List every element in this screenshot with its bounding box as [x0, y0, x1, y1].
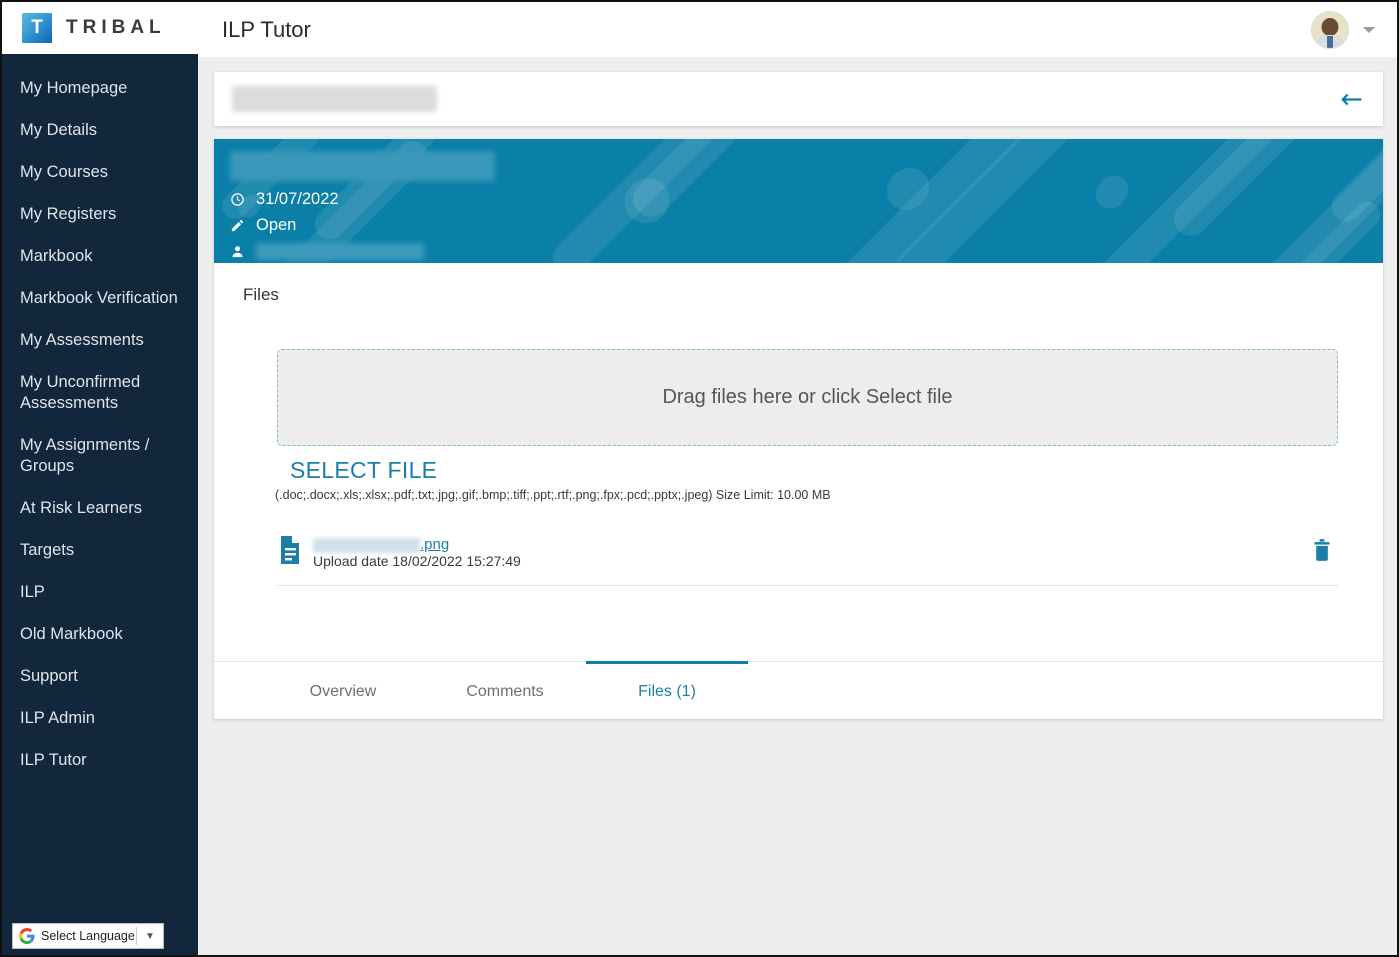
user-menu[interactable]	[1311, 10, 1397, 49]
person-icon	[230, 244, 252, 259]
file-name-line[interactable]: .png	[313, 534, 1312, 553]
file-extension-link[interactable]: .png	[420, 536, 449, 553]
files-heading: Files	[243, 285, 279, 304]
banner-person-redacted	[256, 242, 424, 260]
language-selector[interactable]: Select Language ▼	[12, 923, 164, 949]
sidebar-item-ilp[interactable]: ILP	[2, 571, 198, 613]
sidebar-item-old-markbook[interactable]: Old Markbook	[2, 613, 198, 655]
record-tabs: Overview Comments Files (1)	[214, 661, 1383, 719]
tribal-logo-icon: T	[22, 13, 52, 43]
main-content: ← 31/07/2022 Open Files Drag files here …	[198, 57, 1397, 955]
tab-files[interactable]: Files (1)	[586, 661, 748, 719]
delete-file-button[interactable]	[1312, 539, 1338, 566]
record-card: 31/07/2022 Open Files Drag files here or…	[214, 139, 1383, 719]
sidebar-item-my-assessments[interactable]: My Assessments	[2, 319, 198, 361]
sidebar-item-my-registers[interactable]: My Registers	[2, 193, 198, 235]
clock-icon	[230, 192, 252, 207]
record-banner: 31/07/2022 Open	[214, 139, 1383, 263]
chevron-down-icon[interactable]: ▼	[137, 931, 163, 942]
file-dropzone[interactable]: Drag files here or click Select file	[277, 349, 1338, 446]
top-bar: T TRIBAL ILP Tutor	[2, 2, 1397, 57]
chevron-down-icon[interactable]	[1363, 26, 1375, 33]
file-list-item: .png Upload date 18/02/2022 15:27:49	[277, 530, 1338, 586]
language-selector-label: Select Language	[41, 929, 135, 943]
banner-title-redacted	[230, 151, 495, 181]
record-header-bar: ←	[214, 72, 1383, 126]
pencil-icon	[230, 218, 252, 233]
document-icon	[277, 536, 303, 569]
sidebar-item-my-assignments-groups[interactable]: My Assignments / Groups	[2, 424, 198, 487]
tab-overview[interactable]: Overview	[262, 661, 424, 719]
select-file-button[interactable]: SELECT FILE	[290, 457, 437, 484]
banner-status-row: Open	[230, 213, 1383, 237]
google-g-icon	[19, 928, 35, 944]
sidebar-item-my-courses[interactable]: My Courses	[2, 151, 198, 193]
file-types-hint: (.doc;.docx;.xls;.xlsx;.pdf;.txt;.jpg;.g…	[275, 488, 831, 502]
files-panel: Files Drag files here or click Select fi…	[214, 263, 1383, 663]
brand-logo[interactable]: T TRIBAL	[2, 2, 198, 57]
avatar-tie	[1327, 35, 1333, 48]
record-title-redacted	[232, 86, 437, 112]
sidebar-item-targets[interactable]: Targets	[2, 529, 198, 571]
brand-wordmark: TRIBAL	[66, 17, 166, 38]
sidebar-item-ilp-admin[interactable]: ILP Admin	[2, 697, 198, 739]
back-button[interactable]: ←	[1340, 86, 1363, 113]
sidebar: My Homepage My Details My Courses My Reg…	[2, 57, 198, 955]
file-dropzone-label: Drag files here or click Select file	[662, 386, 953, 408]
tab-comments[interactable]: Comments	[424, 661, 586, 719]
app-window: T TRIBAL ILP Tutor My Homepage My Detail…	[0, 0, 1399, 957]
banner-person-row	[230, 239, 1383, 263]
avatar[interactable]	[1311, 10, 1349, 49]
sidebar-item-at-risk-learners[interactable]: At Risk Learners	[2, 487, 198, 529]
file-upload-date: Upload date 18/02/2022 15:27:49	[313, 553, 521, 569]
banner-date: 31/07/2022	[256, 189, 339, 208]
sidebar-item-my-details[interactable]: My Details	[2, 109, 198, 151]
sidebar-item-markbook[interactable]: Markbook	[2, 235, 198, 277]
banner-status: Open	[256, 215, 297, 234]
sidebar-item-support[interactable]: Support	[2, 655, 198, 697]
sidebar-item-my-unconfirmed-assessments[interactable]: My Unconfirmed Assessments	[2, 361, 198, 424]
sidebar-item-markbook-verification[interactable]: Markbook Verification	[2, 277, 198, 319]
sidebar-item-ilp-tutor[interactable]: ILP Tutor	[2, 739, 198, 781]
file-name-redacted	[313, 538, 420, 553]
banner-date-row: 31/07/2022	[230, 187, 1383, 211]
page-title: ILP Tutor	[222, 16, 311, 42]
sidebar-item-my-homepage[interactable]: My Homepage	[2, 67, 198, 109]
avatar-face	[1321, 17, 1339, 36]
file-details: .png Upload date 18/02/2022 15:27:49	[313, 534, 1312, 571]
